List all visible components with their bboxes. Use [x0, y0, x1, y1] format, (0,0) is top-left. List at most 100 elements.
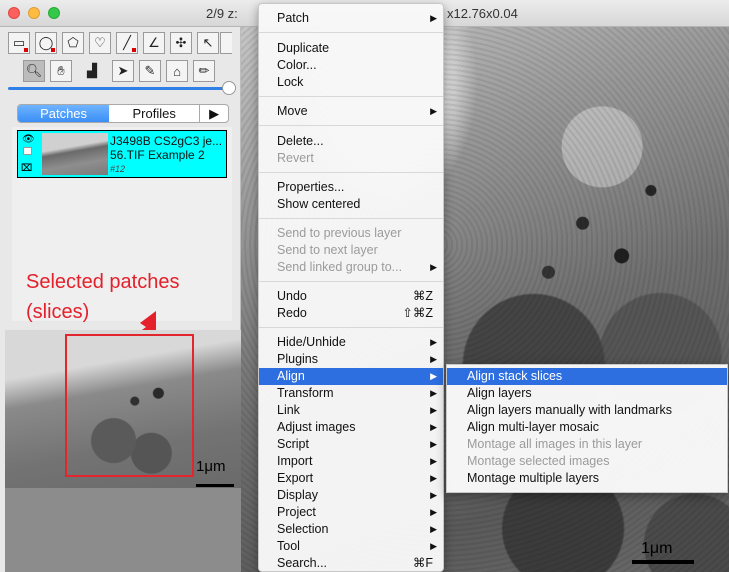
menu-item-transform[interactable]: Transform ▶	[259, 385, 443, 402]
menu-item-align[interactable]: Align ▶	[259, 368, 443, 385]
submenu-item-align-stack-slices[interactable]: Align stack slices	[447, 368, 727, 385]
tab-bar: Patches Profiles ▶	[17, 104, 229, 123]
menu-item-link[interactable]: Link ▶	[259, 402, 443, 419]
menu-item-label: Transform	[277, 386, 334, 400]
patch-name-line1: J3498B CS2gC3 je...	[110, 134, 223, 148]
menu-item-label: Send to next layer	[277, 243, 378, 257]
menu-separator	[259, 32, 443, 33]
menu-item-project[interactable]: Project ▶	[259, 504, 443, 521]
minimize-button[interactable]	[28, 7, 40, 19]
close-button[interactable]	[8, 7, 20, 19]
submenu-item-align-multilayer-mosaic[interactable]: Align multi-layer mosaic	[447, 419, 727, 436]
submenu-item-montage-multiple-layers[interactable]: Montage multiple layers	[447, 470, 727, 487]
arrow-tool-icon[interactable]: ↖	[197, 32, 219, 54]
menu-item-hide-unhide[interactable]: Hide/Unhide ▶	[259, 334, 443, 351]
menu-item-properties[interactable]: Properties...	[259, 179, 443, 196]
hand-tool-icon[interactable]: ✋︎	[50, 60, 72, 82]
line-tool-icon[interactable]: ╱	[116, 32, 138, 54]
menu-item-label: Display	[277, 488, 318, 502]
menu-item-revert: Revert	[259, 150, 443, 167]
menu-item-display[interactable]: Display ▶	[259, 487, 443, 504]
menu-item-label: Adjust images	[277, 420, 356, 434]
oval-tool-icon[interactable]: ◯	[35, 32, 57, 54]
transparency-slider[interactable]	[8, 87, 230, 90]
freehand-tool-icon[interactable]: ♡	[89, 32, 111, 54]
menu-item-duplicate[interactable]: Duplicate	[259, 40, 443, 57]
menu-shortcut: ⌘Z	[412, 289, 433, 303]
menu-item-label: Color...	[277, 58, 317, 72]
patch-thumbnail	[42, 133, 108, 175]
menu-item-plugins[interactable]: Plugins ▶	[259, 351, 443, 368]
menu-item-label: Link	[277, 403, 300, 417]
menu-item-undo[interactable]: Undo ⌘Z	[259, 288, 443, 305]
menu-item-script[interactable]: Script ▶	[259, 436, 443, 453]
chevron-right-icon: ▶	[430, 405, 437, 415]
pencil-tool-icon[interactable]: ✎	[139, 60, 161, 82]
brush-tool-icon[interactable]: ✏︎	[193, 60, 215, 82]
magnifier-tool-icon[interactable]: 🔍︎	[23, 60, 45, 82]
annotation-line1: Selected patches	[26, 271, 180, 293]
menu-item-label: Lock	[277, 75, 304, 89]
menu-item-selection[interactable]: Selection ▶	[259, 521, 443, 538]
select-tool-icon[interactable]: ➤	[112, 60, 134, 82]
tab-patches[interactable]: Patches	[18, 105, 110, 122]
menu-item-send-linked-group: Send linked group to... ▶	[259, 259, 443, 276]
submenu-item-montage-all-images: Montage all images in this layer	[467, 437, 643, 451]
menu-separator	[259, 96, 443, 97]
menu-item-export[interactable]: Export ▶	[259, 470, 443, 487]
menu-item-color[interactable]: Color...	[259, 57, 443, 74]
angle-tool-icon[interactable]: ∠	[143, 32, 165, 54]
menu-item-label: Script	[277, 437, 309, 451]
rectangle-tool-icon[interactable]: ▭	[8, 32, 30, 54]
context-menu: Patch ▶ Duplicate Color... Lock Move ▶ Del…	[258, 3, 444, 572]
more-tools-icon[interactable]	[220, 32, 232, 54]
chevron-right-icon: ▶	[430, 507, 437, 517]
menu-item-search[interactable]: Search... ⌘F	[259, 555, 443, 571]
chevron-right-icon: ▶	[430, 541, 437, 551]
fill-tool-icon[interactable]: ⌂	[166, 60, 188, 82]
chevron-right-icon: ▶	[430, 456, 437, 466]
menu-item-label: Delete...	[277, 134, 324, 148]
slider-knob[interactable]	[222, 81, 236, 95]
zoom-button[interactable]	[48, 7, 60, 19]
tab-profiles[interactable]: Profiles	[109, 105, 201, 122]
minimap-scalebar-label: 1μm	[196, 458, 226, 475]
menu-item-redo[interactable]: Redo ⇧⌘Z	[259, 305, 443, 322]
menu-item-delete[interactable]: Delete...	[259, 133, 443, 150]
chevron-right-icon: ▶	[430, 337, 437, 347]
submenu-item-align-layers[interactable]: Align layers	[447, 385, 727, 402]
menu-item-label: Properties...	[277, 180, 345, 194]
menu-item-patch[interactable]: Patch ▶	[259, 10, 443, 27]
menu-item-adjust-images[interactable]: Adjust images ▶	[259, 419, 443, 436]
patch-name-line2: 56.TIF Example 2	[110, 148, 205, 162]
polygon-tool-icon[interactable]: ⬠	[62, 32, 84, 54]
menu-shortcut: ⌘F	[412, 556, 433, 570]
menu-item-label: Selection	[277, 522, 329, 536]
menu-item-label: Send to previous layer	[277, 226, 402, 240]
window-title: 2/9 z:	[206, 6, 238, 21]
menu-item-move[interactable]: Move ▶	[259, 103, 443, 120]
menu-item-lock[interactable]: Lock	[259, 74, 443, 91]
patch-id: #12	[110, 164, 126, 174]
lock-icon[interactable]	[23, 147, 32, 155]
patch-row[interactable]: 👁︎ ⌧ J3498B CS2gC3 je... 56.TIF Example …	[17, 130, 227, 178]
visibility-eye-icon[interactable]: 👁︎	[22, 134, 35, 145]
scalebar	[632, 560, 694, 564]
menu-item-show-centered[interactable]: Show centered	[259, 196, 443, 213]
menu-item-label: Search...	[277, 556, 328, 570]
submenu-item-align-layers-landmarks[interactable]: Align layers manually with landmarks	[447, 402, 727, 419]
menu-item-tool[interactable]: Tool ▶	[259, 538, 443, 555]
link-icon[interactable]: ⌧	[21, 163, 33, 174]
chevron-right-icon: ▶	[430, 371, 437, 381]
menu-item-label: Tool	[277, 539, 300, 553]
menu-separator	[259, 218, 443, 219]
menu-separator	[259, 327, 443, 328]
viewport-box[interactable]	[65, 334, 194, 477]
menu-item-import[interactable]: Import ▶	[259, 453, 443, 470]
align-tool-icon[interactable]: ▟	[81, 60, 103, 82]
tab-more[interactable]: ▶	[200, 105, 228, 122]
chevron-right-icon: ▶	[430, 439, 437, 449]
window-title-dimensions: x12.76x0.04	[447, 6, 518, 21]
chevron-right-icon: ▶	[430, 106, 437, 116]
point-tool-icon[interactable]: ✣	[170, 32, 192, 54]
